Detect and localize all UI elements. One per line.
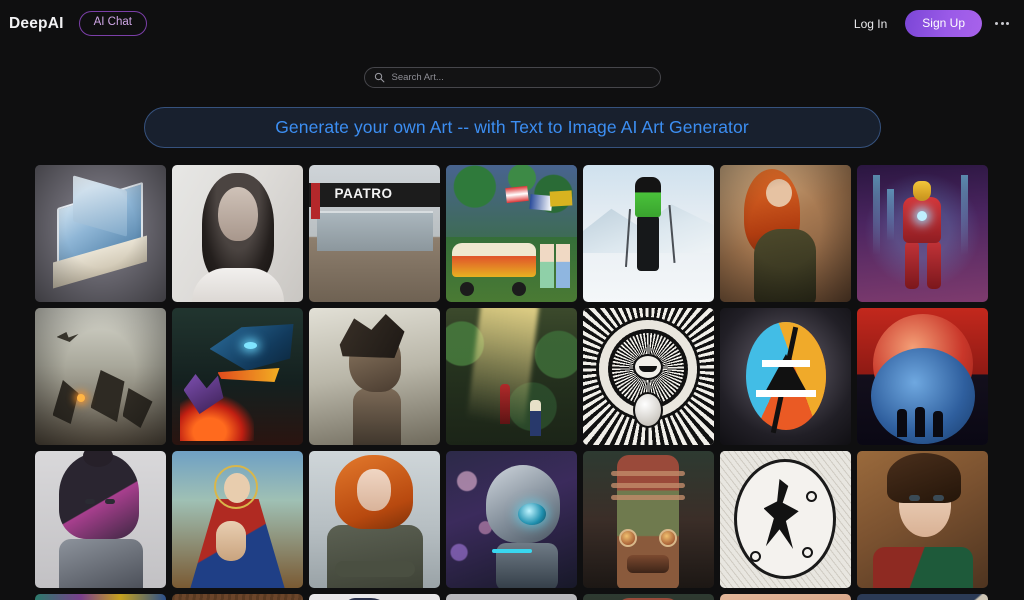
gallery-tile-totem-continuation-art[interactable] (582, 594, 714, 600)
gallery-tile-blue-dragon-fire[interactable] (171, 308, 303, 445)
gallery-tile-red-haired-woman-olive-suit[interactable] (719, 165, 851, 302)
dot-3 (1006, 22, 1009, 25)
top-header: DeepAI AI Chat Log In Sign Up (0, 0, 1024, 47)
gallery-tile-triangle-logo-circle[interactable] (719, 308, 851, 445)
gallery-tile-forest-light-figures[interactable] (445, 308, 577, 445)
gallery-tile-skier-snow[interactable] (582, 165, 714, 302)
gallery-tile-vw-bus-flags-painting[interactable] (445, 165, 577, 302)
art-thumbnail (856, 165, 988, 302)
art-thumbnail (856, 451, 988, 588)
gallery-tile-gray-gradient-art[interactable] (445, 594, 577, 600)
art-thumbnail (171, 165, 303, 302)
gallery-tile-wood-texture-art[interactable] (171, 594, 303, 600)
art-thumbnail (719, 308, 851, 445)
signup-button[interactable]: Sign Up (905, 10, 982, 37)
art-thumbnail (308, 594, 440, 600)
gallery-tile-battle-horsemen[interactable] (34, 308, 166, 445)
art-thumbnail (171, 308, 303, 445)
search-input[interactable] (391, 72, 651, 83)
art-thumbnail (582, 308, 714, 445)
gallery-tile-bw-woman-portrait[interactable] (171, 165, 303, 302)
gallery-tile-blue-beige-art[interactable] (856, 594, 988, 600)
banner-section: Generate your own Art -- with Text to Im… (0, 107, 1024, 148)
search-section (0, 67, 1024, 88)
art-thumbnail (308, 308, 440, 445)
gallery-tile-ink-drawing-figure-oval[interactable] (719, 451, 851, 588)
gallery-tile-red-hair-portrait-art[interactable] (719, 594, 851, 600)
gallery-tile-ginger-woman-arms-crossed[interactable] (308, 451, 440, 588)
art-thumbnail (582, 594, 714, 600)
art-thumbnail (856, 308, 988, 445)
art-thumbnail (34, 165, 166, 302)
art-thumbnail (856, 594, 988, 600)
art-thumbnail (34, 451, 166, 588)
gallery-tile-light-figure-art[interactable] (308, 594, 440, 600)
art-gallery-grid: PAATRO (34, 165, 990, 600)
art-thumbnail (582, 165, 714, 302)
generate-art-banner-label: Generate your own Art -- with Text to Im… (275, 117, 749, 137)
gallery-tile-cyborg-alien-head[interactable] (445, 451, 577, 588)
dot-2 (1000, 22, 1004, 25)
art-thumbnail (34, 308, 166, 445)
art-thumbnail (719, 451, 851, 588)
art-thumbnail (171, 451, 303, 588)
art-thumbnail (34, 594, 166, 600)
gallery-tile-anime-girl-armor[interactable] (34, 451, 166, 588)
dot-1 (995, 22, 998, 25)
art-thumbnail: PAATRO (308, 165, 440, 302)
gallery-tile-isometric-blue-building[interactable] (34, 165, 166, 302)
art-thumbnail (308, 451, 440, 588)
art-thumbnail (171, 594, 303, 600)
login-link[interactable]: Log In (854, 17, 887, 31)
art-thumbnail (719, 594, 851, 600)
gallery-tile-renaissance-madonna-child[interactable] (171, 451, 303, 588)
gallery-tile-ornate-totem-creature[interactable] (582, 451, 714, 588)
gallery-tile-young-man-portrait[interactable] (856, 451, 988, 588)
gallery-tile-warrior-profile-paint[interactable] (308, 308, 440, 445)
art-thumbnail (719, 165, 851, 302)
ai-chat-button[interactable]: AI Chat (78, 11, 147, 36)
gallery-tile-paatro-storefront[interactable]: PAATRO (308, 165, 440, 302)
gallery-tile-red-blue-moon-silhouettes[interactable] (856, 308, 988, 445)
art-thumbnail (445, 594, 577, 600)
generate-art-banner[interactable]: Generate your own Art -- with Text to Im… (143, 107, 881, 148)
art-thumbnail (582, 451, 714, 588)
gallery-tile-glitch-color-art[interactable] (34, 594, 166, 600)
art-thumbnail (445, 451, 577, 588)
gallery-tile-engraving-sun-face[interactable] (582, 308, 714, 445)
art-thumbnail (445, 165, 577, 302)
art-thumbnail (445, 308, 577, 445)
deepai-logo[interactable]: DeepAI (9, 15, 64, 33)
search-box[interactable] (363, 67, 661, 88)
gallery-tile-iron-man-neon[interactable] (856, 165, 988, 302)
search-icon (374, 72, 385, 83)
ellipsis-menu-icon[interactable] (991, 13, 1013, 35)
